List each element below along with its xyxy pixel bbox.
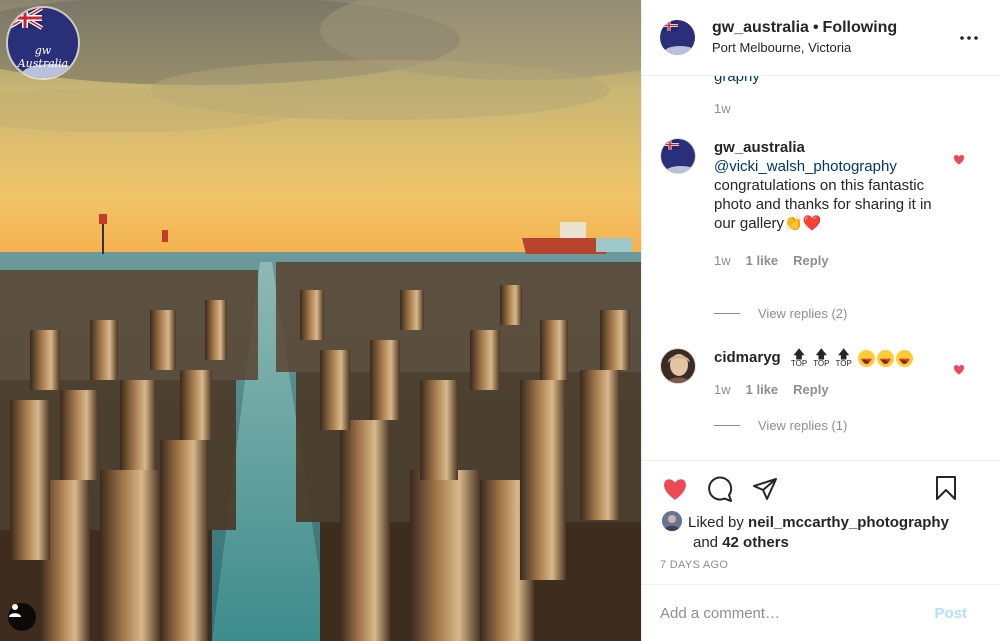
comment-time[interactable]: 1w bbox=[714, 380, 731, 399]
post-actions: Liked by neil_mccarthy_photography and 4… bbox=[642, 460, 1000, 584]
pier-piles-photo bbox=[0, 0, 641, 641]
add-comment-input[interactable] bbox=[660, 604, 935, 622]
reply-button[interactable]: Reply bbox=[793, 380, 828, 399]
bookmark-icon[interactable] bbox=[931, 473, 961, 503]
replies-divider bbox=[714, 313, 740, 314]
user-tag-icon[interactable] bbox=[8, 603, 36, 631]
comment-mention[interactable]: @vicki_walsh_photography bbox=[714, 157, 954, 176]
author-avatar[interactable] bbox=[660, 20, 695, 55]
view-replies-button[interactable]: View replies (2) bbox=[714, 306, 847, 321]
comment: gw_australia @vicki_walsh_photography co… bbox=[660, 138, 990, 270]
post-comment-button[interactable]: Post bbox=[934, 605, 967, 622]
header-separator: • bbox=[812, 19, 819, 36]
like-heart-icon[interactable] bbox=[660, 474, 690, 504]
view-replies-button[interactable]: View replies (1) bbox=[714, 418, 847, 433]
liked-by-username[interactable]: neil_mccarthy_photography bbox=[748, 514, 949, 531]
comment-text: congratulations on this fantastic photo … bbox=[714, 177, 932, 232]
heart-eyes-icon bbox=[895, 349, 913, 371]
top-arrow-icon: 🡅 TOP bbox=[790, 346, 808, 368]
author-username[interactable]: gw_australia bbox=[712, 19, 809, 36]
instagram-post: gw Australia gw_australia • Following Po… bbox=[0, 0, 1000, 641]
liker-avatar[interactable] bbox=[662, 511, 682, 531]
reply-button[interactable]: Reply bbox=[793, 251, 828, 270]
truncated-comment-text[interactable]: graphy bbox=[714, 76, 760, 85]
comment-time[interactable]: 1w bbox=[714, 251, 731, 270]
watermark-logo: gw Australia bbox=[6, 6, 80, 80]
top-arrow-icon: 🡅 TOP bbox=[835, 346, 852, 368]
view-replies-label: View replies (2) bbox=[758, 306, 848, 321]
comments-list[interactable]: graphy 1w gw_australia @vicki_walsh_phot… bbox=[642, 76, 1000, 460]
post-header: gw_australia • Following Port Melbourne, V… bbox=[642, 0, 1000, 76]
comment-heart-icon[interactable] bbox=[953, 152, 965, 170]
truncated-comment-time[interactable]: 1w bbox=[714, 101, 731, 116]
heart-eyes-icon bbox=[876, 349, 894, 371]
comment-likes[interactable]: 1 like bbox=[746, 251, 779, 270]
comment-username[interactable]: gw_australia bbox=[714, 139, 805, 156]
comment-username[interactable]: cidmaryg bbox=[714, 349, 781, 366]
liked-by-others-link[interactable]: 42 others bbox=[722, 534, 789, 551]
following-button[interactable]: Following bbox=[823, 19, 898, 36]
replies-divider bbox=[714, 425, 740, 426]
comment-likes[interactable]: 1 like bbox=[746, 380, 779, 399]
add-comment-bar: Post bbox=[642, 584, 1000, 641]
post-location[interactable]: Port Melbourne, Victoria bbox=[712, 39, 955, 57]
post-date[interactable]: 7 DAYS AGO bbox=[660, 559, 728, 571]
liked-by-prefix: Liked by bbox=[688, 514, 744, 531]
liked-by-and: and bbox=[693, 534, 719, 551]
share-paper-plane-icon[interactable] bbox=[750, 474, 780, 504]
comment-emojis: 👏❤️ bbox=[784, 215, 822, 232]
comment-heart-icon[interactable] bbox=[953, 362, 965, 380]
commenter-avatar[interactable] bbox=[660, 138, 696, 174]
wooden-piles bbox=[0, 262, 641, 641]
more-options-icon[interactable] bbox=[955, 24, 983, 52]
top-arrow-icon: 🡅 TOP bbox=[813, 346, 830, 368]
comment-icon[interactable] bbox=[705, 474, 735, 504]
heart-eyes-icon bbox=[857, 349, 875, 371]
liked-by-summary: Liked by neil_mccarthy_photography and 4… bbox=[662, 511, 982, 553]
view-replies-label: View replies (1) bbox=[758, 418, 848, 433]
post-side-panel: gw_australia • Following Port Melbourne, V… bbox=[641, 0, 1000, 641]
commenter-avatar[interactable] bbox=[660, 348, 696, 384]
watermark-logo-text: gw Australia bbox=[17, 44, 69, 70]
comment: cidmaryg 🡅TOP 🡅TOP 🡅TOP 1w 1 like Reply bbox=[660, 348, 990, 399]
post-photo[interactable]: gw Australia bbox=[0, 0, 641, 641]
